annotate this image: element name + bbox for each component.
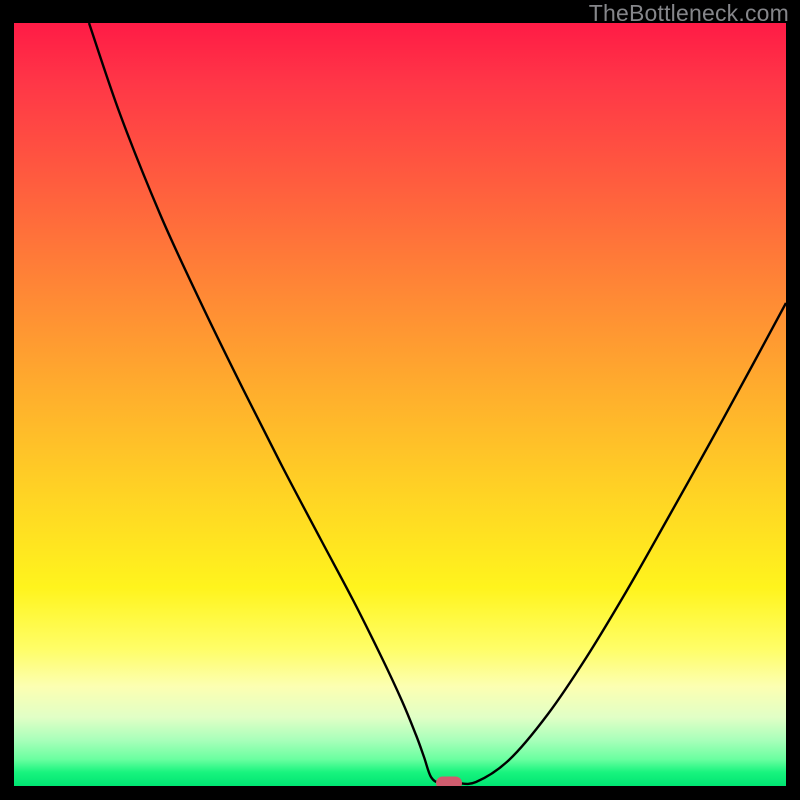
- chart-curve-svg: [14, 23, 786, 786]
- chart-marker: [436, 777, 462, 787]
- chart-plot-area: [14, 23, 786, 786]
- bottleneck-curve: [89, 23, 786, 784]
